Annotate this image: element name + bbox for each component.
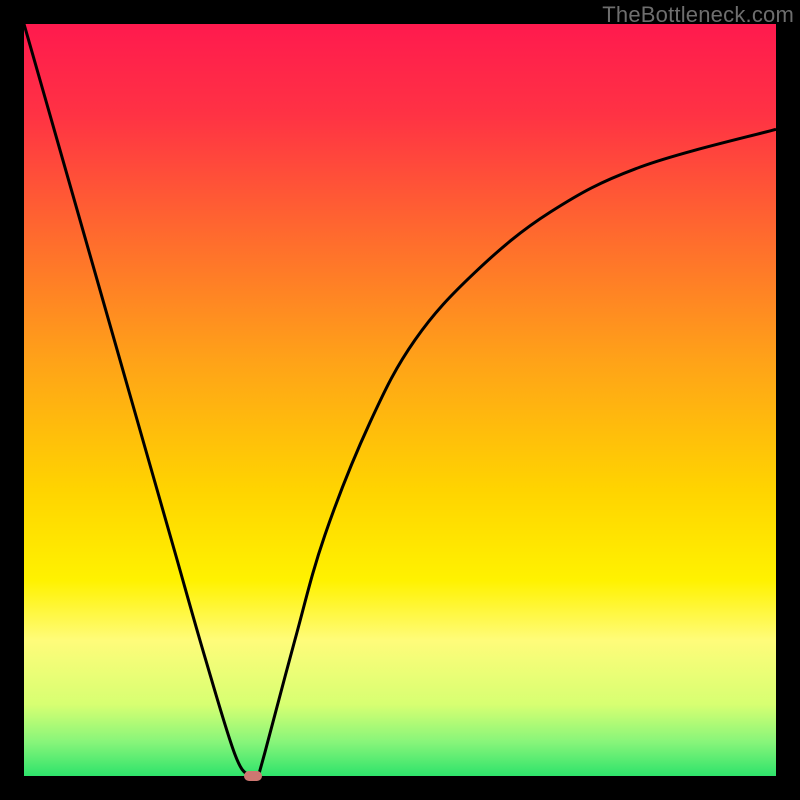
chart-frame: TheBottleneck.com bbox=[0, 0, 800, 800]
bottleneck-curve bbox=[24, 24, 776, 776]
plot-area bbox=[24, 24, 776, 776]
minimum-marker bbox=[244, 771, 262, 781]
curve-layer bbox=[24, 24, 776, 776]
watermark-text: TheBottleneck.com bbox=[602, 2, 794, 28]
